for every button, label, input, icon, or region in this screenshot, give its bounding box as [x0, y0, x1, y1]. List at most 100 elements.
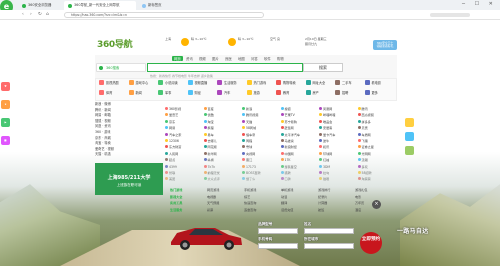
- site-link[interactable]: 马蜂窝: [280, 139, 320, 144]
- category-item[interactable]: 购物特卖: [276, 80, 304, 87]
- search-tab-doctor[interactable]: 良医: [225, 56, 232, 61]
- site-link[interactable]: 爱奇艺: [165, 113, 204, 118]
- tab-3[interactable]: 新标签页: [138, 1, 168, 10]
- site-link[interactable]: 优酷: [203, 113, 243, 118]
- site-logo[interactable]: 360导航: [97, 37, 133, 50]
- site-link[interactable]: 懂车帝: [242, 132, 281, 138]
- bottom-table-cell[interactable]: 动漫: [281, 195, 314, 200]
- bottom-table-cell[interactable]: 电影: [355, 195, 388, 200]
- bottom-table-cell[interactable]: 纪录片: [318, 195, 351, 200]
- site-link[interactable]: 贝壳: [357, 126, 397, 131]
- site-link[interactable]: 芒果TV: [280, 113, 320, 118]
- name-input[interactable]: [304, 228, 354, 234]
- site-link[interactable]: 证券之星: [357, 145, 397, 150]
- search-tab-web[interactable]: 网页: [172, 56, 183, 61]
- site-link[interactable]: 太平洋汽车: [280, 132, 320, 138]
- search-tab-software[interactable]: 软件: [264, 56, 271, 61]
- site-link[interactable]: 和讯: [319, 145, 358, 150]
- bottom-table-cell[interactable]: 网页游戏: [207, 188, 240, 193]
- category-item[interactable]: 财经: [187, 90, 216, 97]
- bottom-table-cell[interactable]: 快递查询: [244, 201, 277, 206]
- car-image[interactable]: [167, 218, 245, 252]
- site-link[interactable]: 腾讯: [357, 107, 397, 112]
- bottom-table-cell[interactable]: 游戏礼包: [355, 188, 388, 193]
- site-link[interactable]: 拼多多: [357, 119, 397, 125]
- site-link[interactable]: 赶集网: [280, 126, 320, 131]
- site-link[interactable]: 同程: [242, 139, 281, 144]
- site-link[interactable]: 哔哩哔哩: [319, 113, 358, 118]
- site-link[interactable]: 携程: [203, 126, 243, 131]
- site-link[interactable]: 网易: [165, 126, 204, 131]
- rail-favorites-icon[interactable]: ♥: [1, 82, 10, 91]
- site-link[interactable]: 汽车之家: [165, 132, 204, 138]
- category-item[interactable]: 汽车: [217, 90, 245, 97]
- bottom-table-cell[interactable]: 计算器: [318, 201, 351, 206]
- tab-1[interactable]: 360安全浏览器: [18, 1, 62, 10]
- search-tab-qa[interactable]: 问答: [251, 56, 258, 61]
- category-item[interactable]: 看电影: [364, 80, 393, 87]
- side-game-icon[interactable]: [405, 146, 414, 155]
- bottom-table-cell[interactable]: 单机游戏: [281, 188, 314, 193]
- site-link[interactable]: 安居客: [319, 126, 358, 131]
- category-item[interactable]: 房产: [305, 90, 334, 97]
- site-link[interactable]: 天猫: [242, 119, 281, 125]
- window-controls[interactable]: ─ ☐ ✕: [462, 1, 497, 7]
- close-ad-button[interactable]: ×: [372, 200, 381, 209]
- site-link[interactable]: 同花顺: [203, 145, 243, 150]
- toolbar-extensions[interactable]: [430, 13, 470, 17]
- site-link[interactable]: 搜狐: [280, 107, 320, 112]
- promo-badge[interactable]: 360安全卫士 领取新春好礼: [373, 40, 397, 50]
- bottom-table-cell[interactable]: 手机游戏: [244, 188, 277, 193]
- phone-input[interactable]: [258, 243, 298, 249]
- site-link[interactable]: 途牛: [319, 139, 358, 144]
- category-item[interactable]: 二手车: [335, 80, 363, 87]
- site-link[interactable]: 苏宁易购: [280, 119, 320, 125]
- site-link[interactable]: 东方财富: [165, 145, 204, 150]
- bottom-table-cell[interactable]: 航班: [318, 208, 351, 213]
- bottom-table-cell[interactable]: 彩票: [207, 208, 240, 213]
- category-item[interactable]: 视频直播: [187, 80, 216, 87]
- site-link[interactable]: 新浪财经: [280, 145, 320, 150]
- search-tab-video[interactable]: 视频: [199, 56, 206, 61]
- site-link[interactable]: 58同城: [242, 126, 281, 131]
- bottom-table-cell[interactable]: 热门游戏: [170, 188, 203, 193]
- side-gift-icon[interactable]: [405, 118, 414, 127]
- rail-games-icon[interactable]: ★: [1, 100, 10, 109]
- category-item[interactable]: 体育: [99, 90, 127, 97]
- site-link[interactable]: 12306: [165, 139, 204, 144]
- bottom-table-cell[interactable]: 影视大全: [170, 195, 203, 200]
- search-tab-map[interactable]: 地图: [238, 56, 245, 61]
- search-tab-news[interactable]: 资讯: [186, 56, 193, 61]
- search-input[interactable]: [147, 63, 303, 72]
- category-item[interactable]: 旅游: [246, 90, 275, 97]
- site-link[interactable]: 西瓜视频: [357, 113, 397, 118]
- bottom-table-cell[interactable]: 实用工具: [170, 201, 203, 206]
- site-link[interactable]: 360影视: [165, 107, 204, 112]
- site-link[interactable]: 新浪: [242, 107, 281, 112]
- category-item[interactable]: 网址大全: [305, 80, 334, 87]
- search-tab-image[interactable]: 图片: [212, 56, 219, 61]
- category-item[interactable]: 教育: [276, 90, 304, 97]
- tab-2[interactable]: 360导航_新一代安全上网导航: [64, 1, 136, 10]
- bottom-table-cell[interactable]: 话费充值: [281, 208, 314, 213]
- model-select[interactable]: [258, 228, 298, 234]
- category-item[interactable]: 游戏中心: [128, 80, 157, 87]
- reserve-button[interactable]: 立即预约: [360, 232, 382, 254]
- bottom-table-cell[interactable]: 违章查询: [244, 208, 277, 213]
- back-button[interactable]: ‹: [22, 12, 24, 18]
- category-item[interactable]: 新闻: [128, 90, 157, 97]
- site-link[interactable]: 车质网: [357, 132, 397, 138]
- site-link[interactable]: 易车: [203, 132, 243, 138]
- site-link[interactable]: 雪球: [242, 145, 281, 150]
- site-link[interactable]: 飞猪: [357, 139, 397, 144]
- site-link[interactable]: 淘宝: [203, 119, 243, 125]
- site-link[interactable]: 爱卡汽车: [319, 132, 358, 138]
- refresh-button[interactable]: ↻: [38, 12, 42, 18]
- city-name[interactable]: 上海: [165, 37, 171, 41]
- site-link[interactable]: 百度: [203, 107, 243, 112]
- rail-novel-icon[interactable]: ■: [1, 136, 10, 145]
- bottom-table-cell[interactable]: 综艺: [244, 195, 277, 200]
- search-engine-selector[interactable]: 360搜索: [96, 63, 146, 72]
- category-item[interactable]: 军事: [158, 90, 186, 97]
- bottom-table-cell[interactable]: 游戏排行: [318, 188, 351, 193]
